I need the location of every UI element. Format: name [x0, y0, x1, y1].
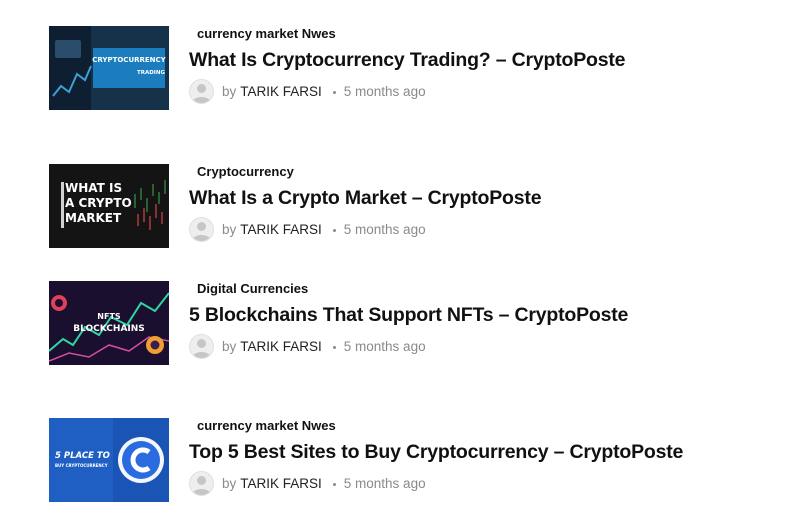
post-byline: by TARIK FARSI 5 months ago [189, 470, 426, 496]
thumb-text-line2: A CRYPTO [65, 196, 132, 210]
thumbnail-image: 5 PLACE TO BUY CRYPTOCURRENCY [49, 418, 169, 502]
post-title-link[interactable]: What Is a Crypto Market – CryptoPoste [189, 187, 542, 210]
author-link[interactable]: TARIK FARSI [240, 84, 322, 99]
thumb-text-line1: CRYPTOCURRENCY [92, 56, 166, 64]
post-category-link[interactable]: currency market Nwes [197, 418, 336, 433]
post-category-link[interactable]: Digital Currencies [197, 281, 308, 296]
post-thumbnail[interactable]: CRYPTOCURRENCY TRADING [49, 26, 169, 110]
post-thumbnail[interactable]: NFTS BLOCKCHAINS [49, 281, 169, 365]
post-date: 5 months ago [343, 475, 426, 491]
author-link[interactable]: TARIK FARSI [240, 476, 322, 491]
user-silhouette-icon [192, 338, 211, 358]
meta-separator-dot [332, 345, 336, 349]
thumbnail-image: NFTS BLOCKCHAINS [49, 281, 169, 365]
author-avatar[interactable] [189, 470, 214, 496]
post-title-link[interactable]: 5 Blockchains That Support NFTs – Crypto… [189, 304, 628, 327]
user-silhouette-icon [192, 475, 211, 495]
thumbnail-image: CRYPTOCURRENCY TRADING [49, 26, 169, 110]
post-title-link[interactable]: What Is Cryptocurrency Trading? – Crypto… [189, 49, 626, 72]
thumb-text-line1: NFTS [97, 312, 121, 321]
post-item: WHAT IS A CRYPTO MARKET Cryptocurrency W… [49, 164, 769, 254]
byline-prefix: by [222, 338, 237, 354]
meta-separator-dot [332, 482, 336, 486]
post-byline: by TARIK FARSI 5 months ago [189, 216, 426, 242]
byline-prefix: by [222, 221, 237, 237]
thumb-text-line2: BLOCKCHAINS [73, 324, 145, 334]
post-thumbnail[interactable]: WHAT IS A CRYPTO MARKET [49, 164, 169, 248]
author-link[interactable]: TARIK FARSI [240, 339, 322, 354]
author-avatar[interactable] [189, 216, 214, 242]
post-date: 5 months ago [343, 338, 426, 354]
post-item: NFTS BLOCKCHAINS Digital Currencies 5 Bl… [49, 281, 769, 371]
thumb-text-line3: MARKET [65, 211, 122, 225]
post-title-link[interactable]: Top 5 Best Sites to Buy Cryptocurrency –… [189, 441, 683, 464]
thumbnail-image: WHAT IS A CRYPTO MARKET [49, 164, 169, 248]
author-link[interactable]: TARIK FARSI [240, 222, 322, 237]
thumb-text-line2: TRADING [137, 70, 165, 76]
post-category-link[interactable]: currency market Nwes [197, 26, 336, 41]
user-silhouette-icon [192, 83, 211, 103]
post-date: 5 months ago [343, 221, 426, 237]
post-thumbnail[interactable]: 5 PLACE TO BUY CRYPTOCURRENCY [49, 418, 169, 502]
post-byline: by TARIK FARSI 5 months ago [189, 78, 426, 104]
byline-prefix: by [222, 475, 237, 491]
post-byline: by TARIK FARSI 5 months ago [189, 333, 426, 359]
author-avatar[interactable] [189, 78, 214, 104]
thumb-text-line1: 5 PLACE TO [55, 451, 110, 461]
author-avatar[interactable] [189, 333, 214, 359]
post-item: 5 PLACE TO BUY CRYPTOCURRENCY currency m… [49, 418, 769, 506]
meta-separator-dot [332, 228, 336, 232]
user-silhouette-icon [192, 221, 211, 241]
thumb-text-line1: WHAT IS [65, 181, 122, 195]
post-date: 5 months ago [343, 83, 426, 99]
post-category-link[interactable]: Cryptocurrency [197, 164, 294, 179]
thumb-text-line2: BUY CRYPTOCURRENCY [55, 463, 108, 468]
meta-separator-dot [332, 90, 336, 94]
post-item: CRYPTOCURRENCY TRADING currency market N… [49, 26, 769, 116]
byline-prefix: by [222, 83, 237, 99]
post-feed: CRYPTOCURRENCY TRADING currency market N… [0, 0, 800, 506]
